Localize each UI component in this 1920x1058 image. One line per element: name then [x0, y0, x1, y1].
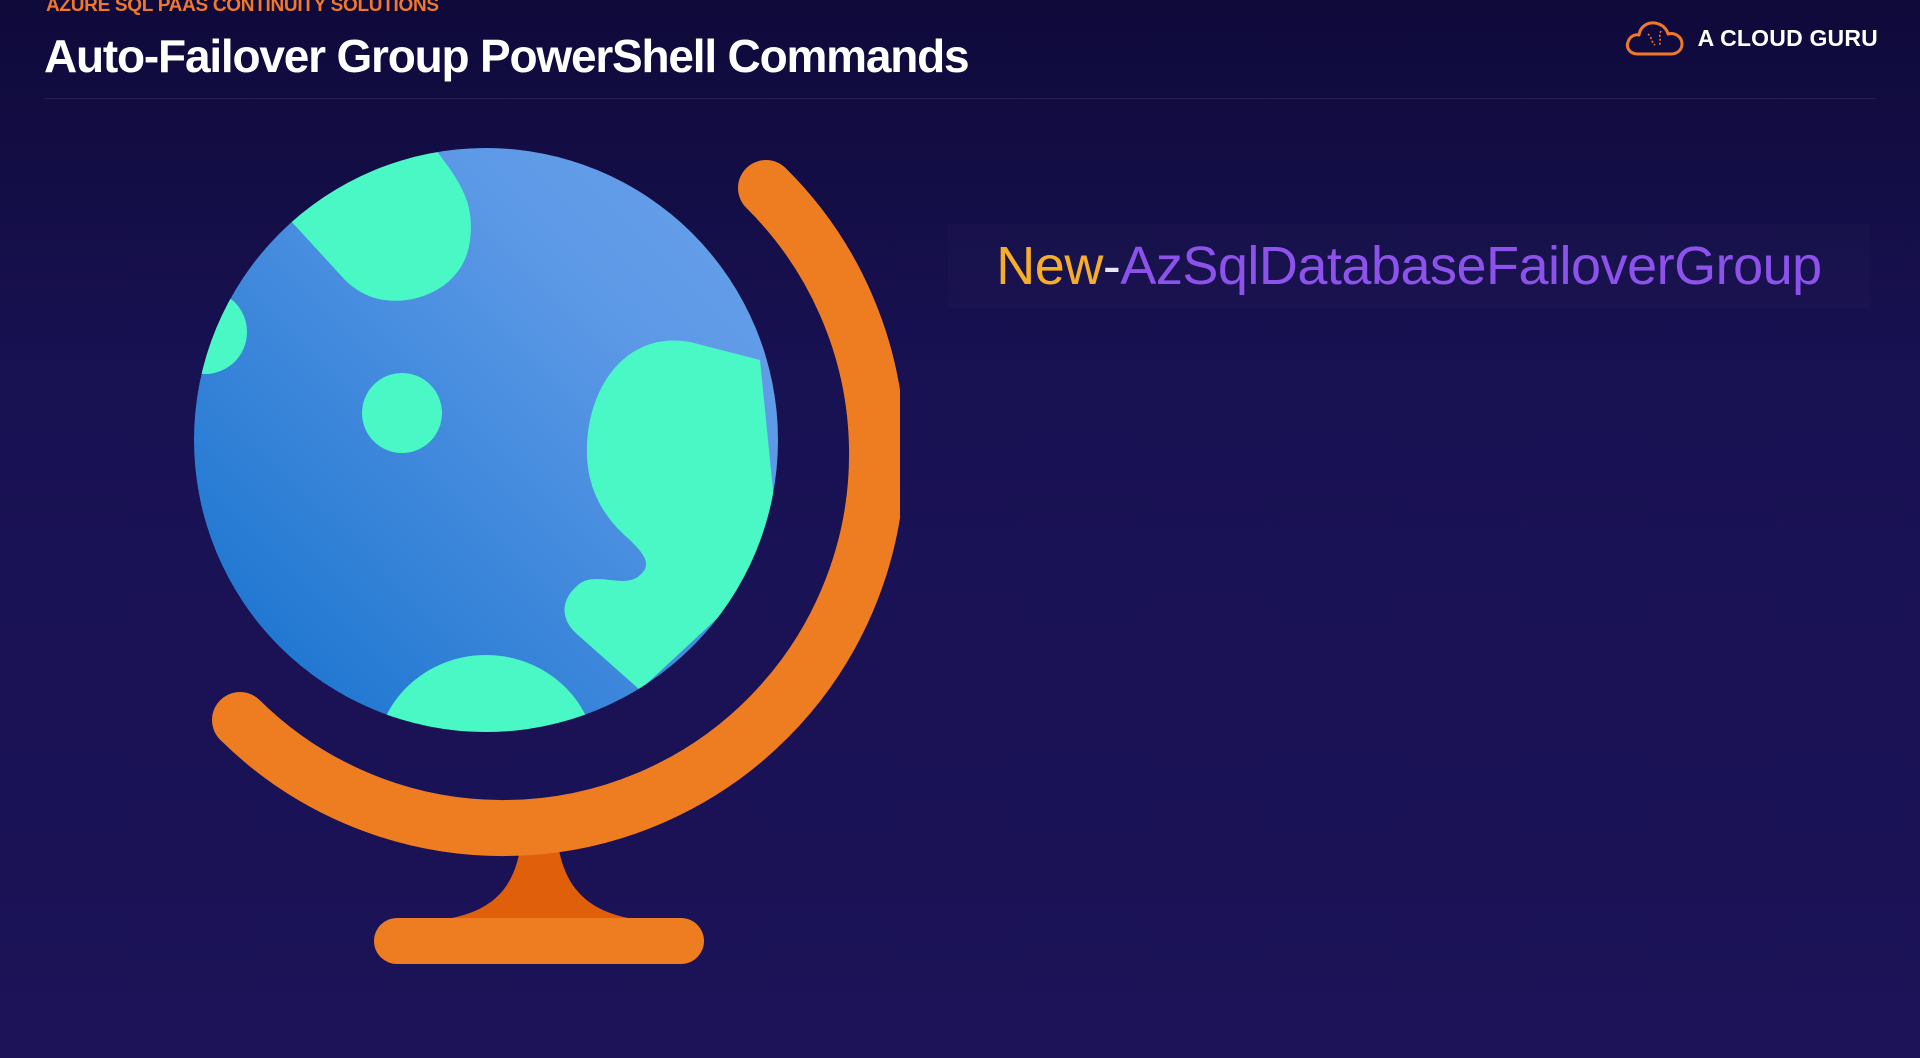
section-eyebrow: AZURE SQL PAAS CONTINUITY SOLUTIONS — [46, 0, 439, 16]
command-verb: New — [996, 236, 1103, 296]
page-title: Auto-Failover Group PowerShell Commands — [44, 30, 970, 82]
globe-icon — [194, 148, 900, 964]
cloud-icon — [1625, 21, 1684, 56]
brand-name: A CLOUD GURU — [1697, 24, 1878, 51]
command-separator: - — [1102, 236, 1121, 296]
powershell-command: New - AzSqlDatabaseFailoverGroup — [948, 224, 1870, 308]
brand-logo: A CLOUD GURU — [1624, 16, 1878, 60]
header-divider — [44, 98, 1876, 99]
command-noun: AzSqlDatabaseFailoverGroup — [1120, 236, 1822, 296]
